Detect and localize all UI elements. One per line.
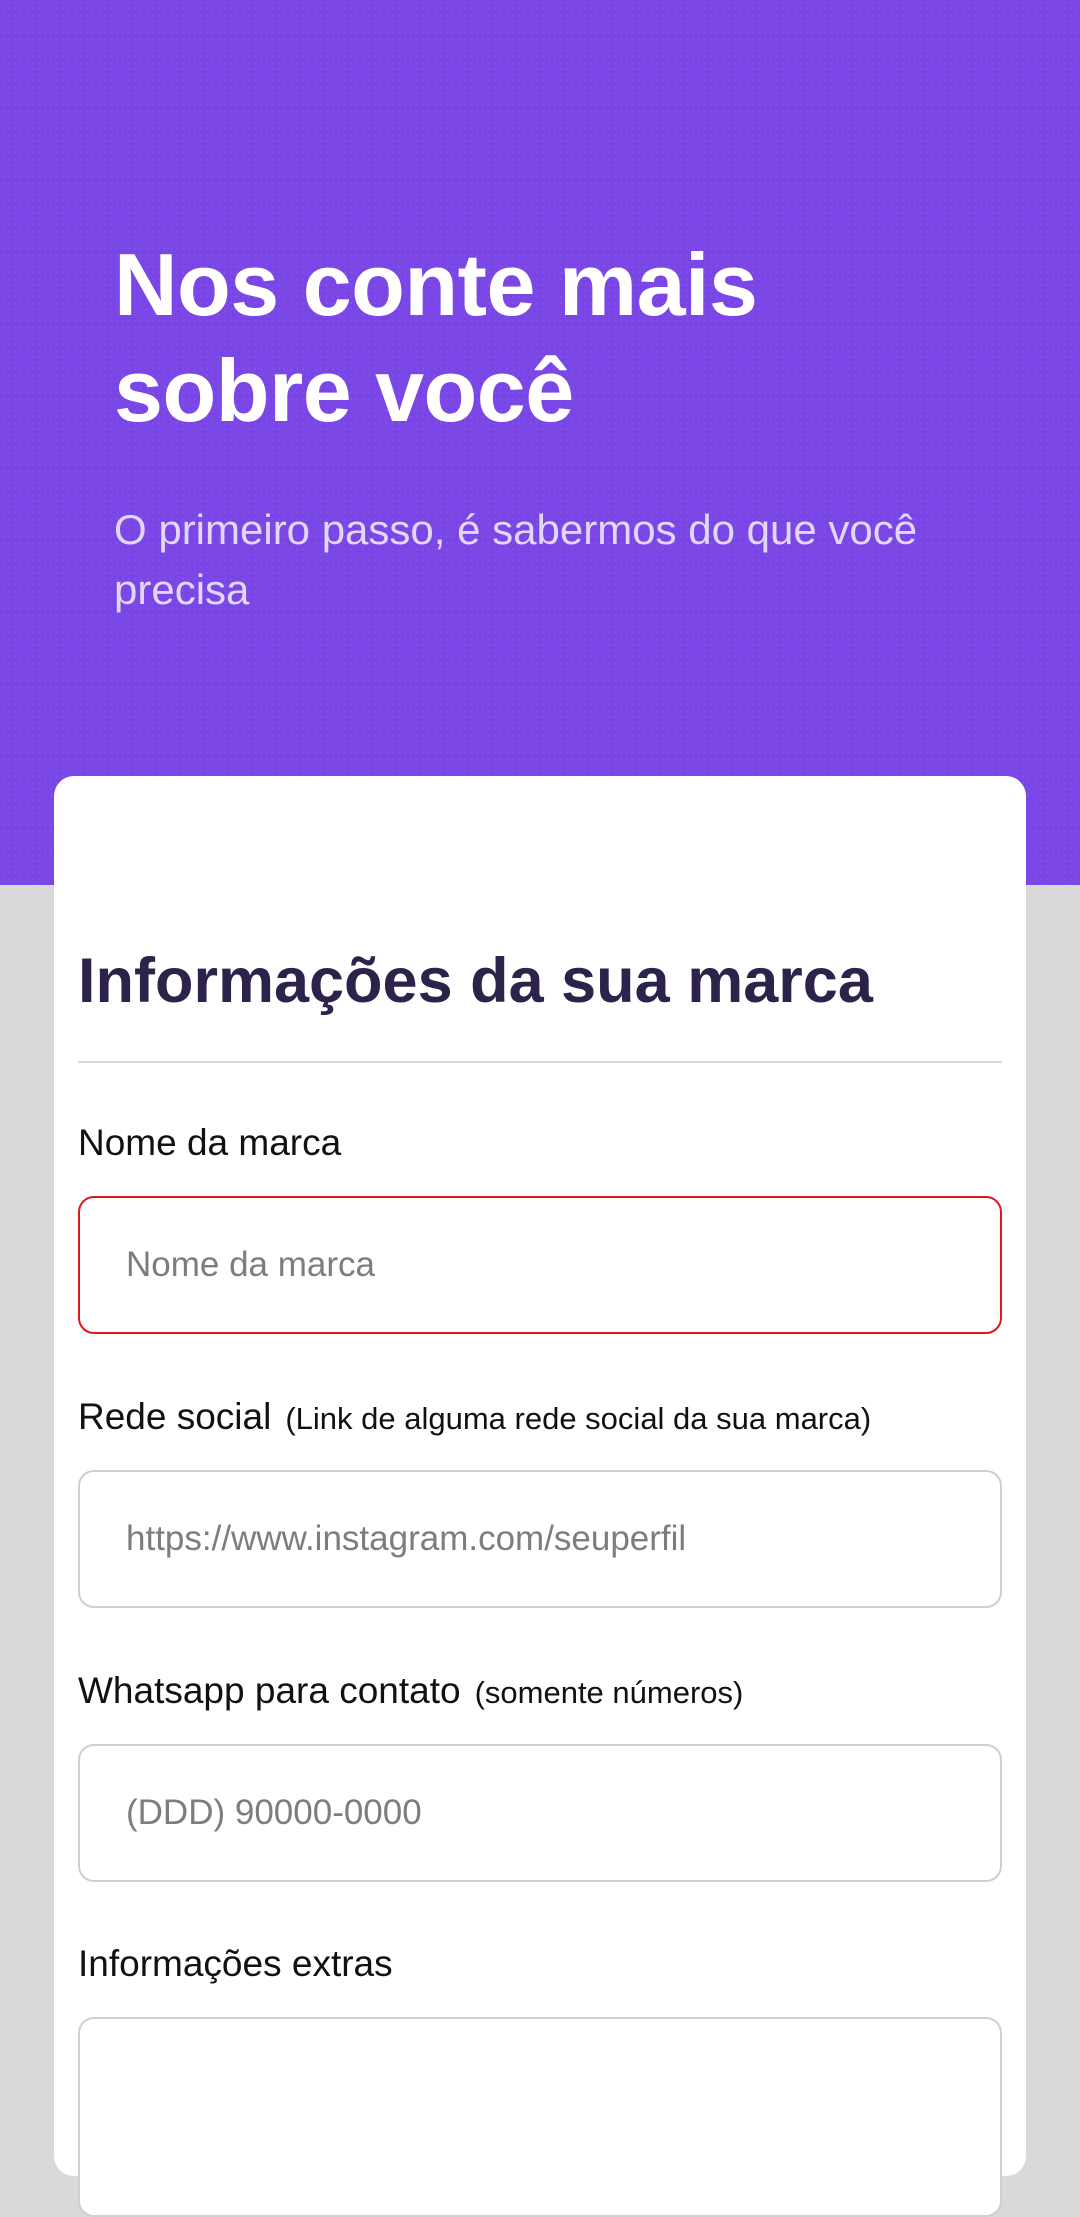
brand-name-label: Nome da marca xyxy=(78,1119,341,1167)
whatsapp-label-text: Whatsapp para contato xyxy=(78,1670,461,1711)
extra-info-label-text: Informações extras xyxy=(78,1943,393,1984)
whatsapp-label: Whatsapp para contato (somente números) xyxy=(78,1667,743,1717)
extra-info-label: Informações extras xyxy=(78,1940,393,1988)
hero-subtitle: O primeiro passo, é sabermos do que você… xyxy=(114,506,918,613)
form-card: Informações da sua marca Nome da marca R… xyxy=(54,776,1026,2217)
whatsapp-hint: (somente números) xyxy=(474,1675,744,1710)
brand-name-label-text: Nome da marca xyxy=(78,1122,342,1163)
divider xyxy=(78,1061,1002,1063)
social-label-text: Rede social xyxy=(78,1396,272,1437)
social-hint: (Link de alguma rede social da sua marca… xyxy=(285,1401,872,1436)
section-title: Informações da sua marca xyxy=(78,946,873,1016)
whatsapp-input[interactable] xyxy=(78,1744,1002,1882)
extra-info-textarea[interactable] xyxy=(78,2017,1002,2217)
hero-banner: Nos conte mais sobre você O primeiro pas… xyxy=(0,0,1080,885)
social-input[interactable] xyxy=(78,1470,1002,1608)
brand-name-input[interactable] xyxy=(78,1196,1002,1334)
hero-title: Nos conte mais sobre você xyxy=(114,235,758,440)
social-label: Rede social (Link de alguma rede social d… xyxy=(78,1393,871,1443)
